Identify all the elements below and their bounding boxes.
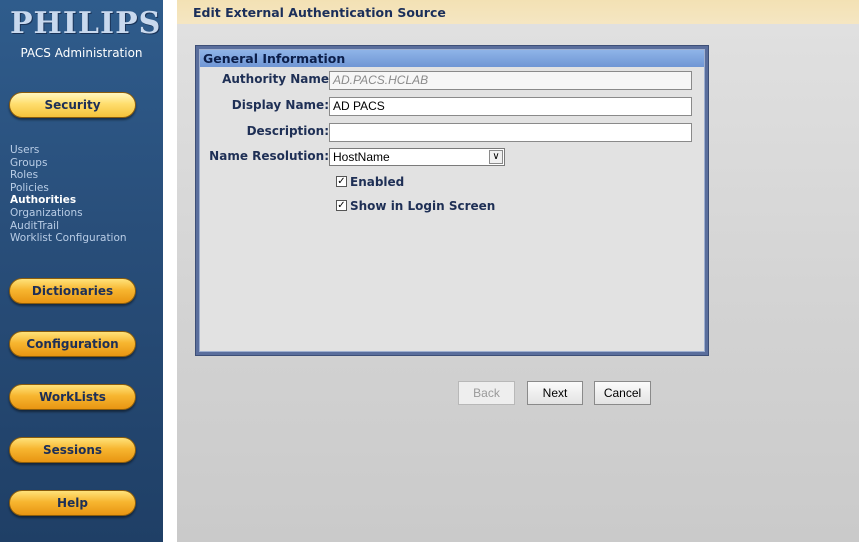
name-resolution-select[interactable]: HostName ∨ bbox=[329, 148, 505, 166]
general-information-panel: General Information Authority Name AD.PA… bbox=[195, 45, 709, 356]
main-area: Edit External Authentication Source Gene… bbox=[163, 0, 859, 542]
name-resolution-value: HostName bbox=[333, 150, 390, 164]
worklists-button[interactable]: WorkLists bbox=[9, 384, 136, 410]
sidebar-item-worklist-configuration[interactable]: Worklist Configuration bbox=[10, 232, 160, 245]
sessions-button[interactable]: Sessions bbox=[9, 437, 136, 463]
show-in-login-checkbox[interactable]: ✓ bbox=[336, 200, 347, 211]
configuration-button[interactable]: Configuration bbox=[9, 331, 136, 357]
display-name-field[interactable]: AD PACS bbox=[329, 97, 692, 116]
sidebar-item-policies[interactable]: Policies bbox=[10, 182, 160, 195]
sidebar-item-users[interactable]: Users bbox=[10, 144, 160, 157]
help-button[interactable]: Help bbox=[9, 490, 136, 516]
display-name-label: Display Name: bbox=[231, 98, 329, 112]
section-title: General Information bbox=[200, 50, 704, 67]
enabled-checkbox[interactable]: ✓ bbox=[336, 176, 347, 187]
enabled-label: Enabled bbox=[350, 175, 405, 189]
app-title: PACS Administration bbox=[20, 46, 143, 60]
sidebar-item-authorities[interactable]: Authorities bbox=[10, 194, 160, 207]
dictionaries-button[interactable]: Dictionaries bbox=[9, 278, 136, 304]
sidebar-item-audittrail[interactable]: AuditTrail bbox=[10, 220, 160, 233]
name-resolution-label: Name Resolution: bbox=[209, 149, 329, 163]
description-field[interactable] bbox=[329, 123, 692, 142]
authority-name-field: AD.PACS.HCLAB bbox=[329, 71, 692, 90]
sidebar-item-roles[interactable]: Roles bbox=[10, 169, 160, 182]
show-in-login-label: Show in Login Screen bbox=[350, 199, 496, 213]
cancel-button[interactable]: Cancel bbox=[594, 381, 651, 405]
description-label: Description: bbox=[246, 124, 329, 138]
philips-logo: PHILIPS bbox=[10, 6, 162, 41]
page-title: Edit External Authentication Source bbox=[193, 5, 446, 20]
sidebar-item-groups[interactable]: Groups bbox=[10, 157, 160, 170]
security-submenu: Users Groups Roles Policies Authorities … bbox=[10, 144, 160, 245]
security-button[interactable]: Security bbox=[9, 92, 136, 118]
sidebar: PHILIPS PACS Administration Security Use… bbox=[0, 0, 163, 542]
next-button[interactable]: Next bbox=[527, 381, 583, 405]
header-bar: Edit External Authentication Source bbox=[177, 0, 859, 24]
sidebar-item-organizations[interactable]: Organizations bbox=[10, 207, 160, 220]
chevron-down-icon[interactable]: ∨ bbox=[489, 150, 503, 164]
back-button[interactable]: Back bbox=[458, 381, 515, 405]
authority-name-label: Authority Name bbox=[222, 72, 329, 86]
